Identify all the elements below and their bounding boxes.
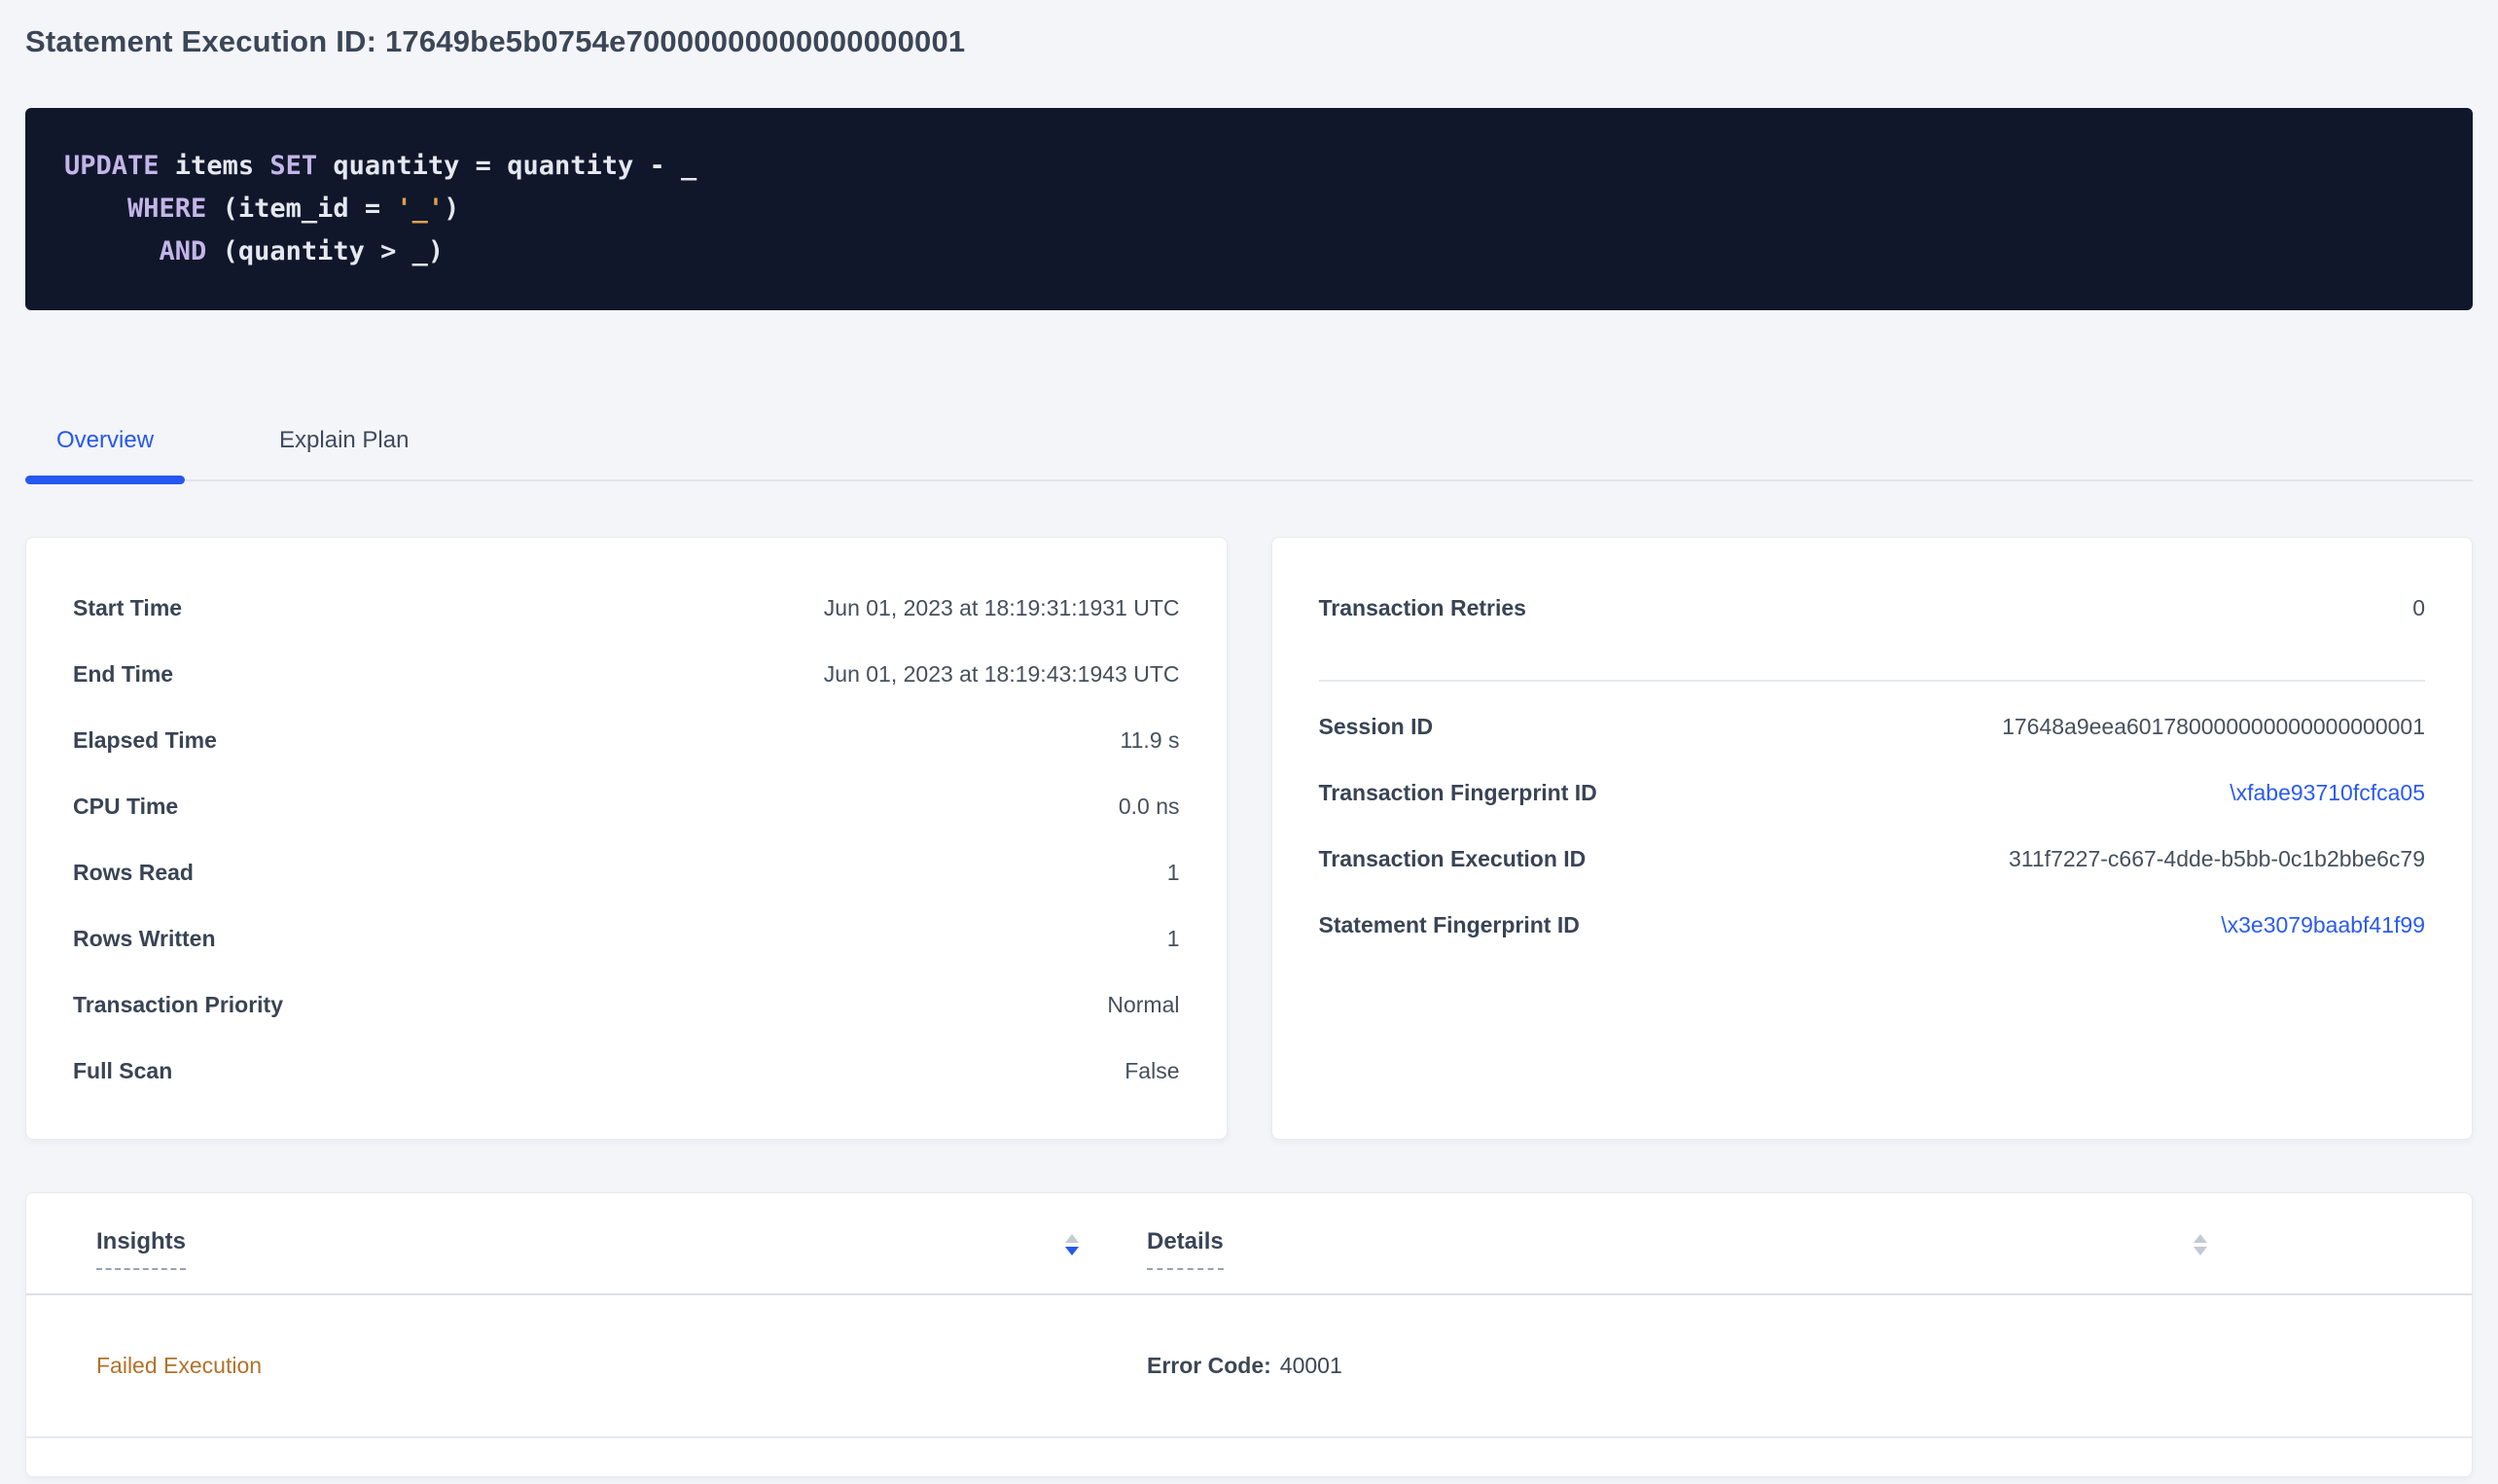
page-title: Statement Execution ID: 17649be5b0754e70… (25, 0, 2473, 59)
row-label: Transaction Fingerprint ID (1319, 780, 1597, 806)
sql-keyword: UPDATE (64, 151, 160, 181)
stat-row-transaction-execution-id: Transaction Execution ID 311f7227-c667-4… (1319, 826, 2426, 892)
row-value: Jun 01, 2023 at 18:19:43:1943 UTC (824, 661, 1180, 688)
sql-line-1: UPDATE items SET quantity = quantity - _ (64, 145, 2434, 188)
execution-stats-card: Start Time Jun 01, 2023 at 18:19:31:1931… (25, 537, 1228, 1140)
row-label: End Time (73, 661, 173, 688)
row-value: 0 (2412, 595, 2425, 621)
sort-icon[interactable] (1065, 1234, 1079, 1255)
sql-string-literal: '_' (396, 194, 444, 224)
row-label: Statement Fingerprint ID (1319, 912, 1580, 938)
details-column-label[interactable]: Details (1147, 1228, 1224, 1270)
card-divider (1319, 680, 2426, 682)
row-label: Transaction Retries (1319, 595, 1526, 621)
sort-down-icon (1065, 1247, 1079, 1255)
insight-table-row: Failed Execution Error Code: 40001 (26, 1295, 2472, 1438)
sql-line-2: WHERE (item_id = '_') (64, 188, 2434, 230)
statement-fingerprint-link[interactable]: \x3e3079baabf41f99 (2221, 912, 2425, 938)
statement-execution-page: Statement Execution ID: 17649be5b0754e70… (0, 0, 2498, 1477)
error-code-label: Error Code: (1147, 1353, 1271, 1378)
sql-indent (64, 236, 160, 266)
row-value: 0.0 ns (1119, 794, 1180, 820)
row-value: 17648a9eea601780000000000000000001 (2002, 714, 2425, 740)
sql-statement-box: UPDATE items SET quantity = quantity - _… (25, 108, 2473, 310)
sql-keyword: SET (269, 151, 317, 181)
sql-text: items (160, 151, 270, 181)
row-value: 311f7227-c667-4dde-b5bb-0c1b2bbe6c79 (2009, 846, 2425, 872)
row-label: CPU Time (73, 794, 178, 820)
insights-table-header: Insights Details (26, 1193, 2472, 1295)
transaction-fingerprint-link[interactable]: \xfabe93710fcfca05 (2230, 780, 2425, 806)
sql-text: quantity = quantity - _ (317, 151, 696, 181)
row-label: Start Time (73, 595, 182, 621)
tab-overview[interactable]: Overview (25, 427, 185, 479)
stat-row-session-id: Session ID 17648a9eea6017800000000000000… (1319, 693, 2426, 760)
tab-overview-label: Overview (56, 427, 154, 453)
row-value: False (1124, 1058, 1179, 1084)
sql-text: ) (444, 194, 459, 224)
sql-keyword: AND (160, 236, 207, 266)
insight-status: Failed Execution (96, 1353, 1079, 1379)
insights-table-card: Insights Details Failed Execution Error … (25, 1192, 2473, 1477)
row-label: Transaction Priority (73, 992, 283, 1018)
sql-text: (quantity > _) (206, 236, 444, 266)
row-value: Normal (1107, 992, 1179, 1018)
sql-text: (item_id = (206, 194, 396, 224)
transaction-details-card: Transaction Retries 0 Session ID 17648a9… (1271, 537, 2474, 1140)
sort-up-icon (2194, 1234, 2207, 1243)
row-label: Elapsed Time (73, 727, 217, 754)
stat-row-transaction-retries: Transaction Retries 0 (1319, 575, 2426, 641)
summary-cards-row: Start Time Jun 01, 2023 at 18:19:31:1931… (25, 537, 2473, 1140)
row-label: Rows Written (73, 926, 216, 952)
stat-row-full-scan: Full Scan False (73, 1038, 1180, 1104)
sort-icon[interactable] (2194, 1234, 2207, 1255)
row-label: Transaction Execution ID (1319, 846, 1587, 872)
stat-row-transaction-fingerprint-id: Transaction Fingerprint ID \xfabe93710fc… (1319, 760, 2426, 826)
tab-explain-plan[interactable]: Explain Plan (248, 427, 440, 479)
stat-row-elapsed-time: Elapsed Time 11.9 s (73, 707, 1180, 773)
row-value: 11.9 s (1121, 727, 1180, 754)
sort-up-icon (1065, 1234, 1079, 1243)
stat-row-rows-read: Rows Read 1 (73, 839, 1180, 905)
row-value: 1 (1167, 926, 1180, 952)
insight-details: Error Code: 40001 (1147, 1353, 2207, 1379)
sql-line-3: AND (quantity > _) (64, 230, 2434, 273)
row-label: Full Scan (73, 1058, 172, 1084)
stat-row-rows-written: Rows Written 1 (73, 905, 1180, 972)
insights-column-label[interactable]: Insights (96, 1228, 186, 1270)
sort-down-icon (2194, 1247, 2207, 1255)
sql-keyword: WHERE (127, 194, 206, 224)
error-code-value: 40001 (1280, 1353, 1342, 1378)
sql-indent (64, 194, 127, 224)
tab-explain-plan-label: Explain Plan (279, 427, 409, 453)
stat-row-start-time: Start Time Jun 01, 2023 at 18:19:31:1931… (73, 575, 1180, 641)
column-header-details: Details (1147, 1228, 2207, 1270)
stat-row-cpu-time: CPU Time 0.0 ns (73, 773, 1180, 839)
stat-row-end-time: End Time Jun 01, 2023 at 18:19:43:1943 U… (73, 641, 1180, 707)
tab-bar: Overview Explain Plan (25, 427, 2473, 481)
stat-row-transaction-priority: Transaction Priority Normal (73, 972, 1180, 1038)
stat-row-statement-fingerprint-id: Statement Fingerprint ID \x3e3079baabf41… (1319, 892, 2426, 958)
row-value: 1 (1167, 860, 1180, 886)
column-header-insights: Insights (96, 1228, 1079, 1270)
row-label: Rows Read (73, 860, 194, 886)
row-label: Session ID (1319, 714, 1434, 740)
row-value: Jun 01, 2023 at 18:19:31:1931 UTC (824, 595, 1180, 621)
